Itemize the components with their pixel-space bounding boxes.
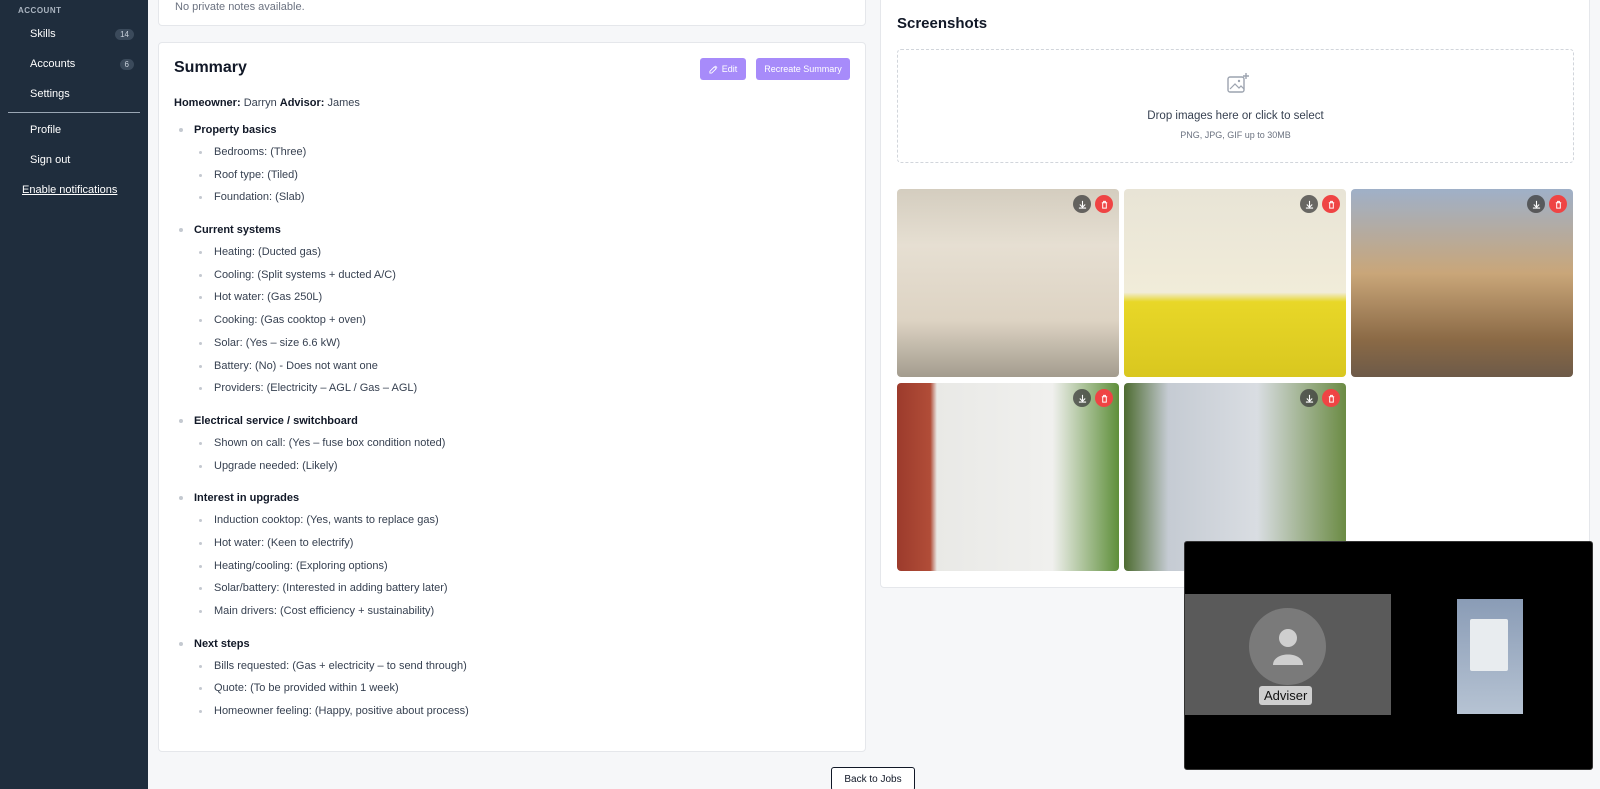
advisor-label: Advisor: [279, 97, 325, 109]
screenshot-thumbnail[interactable] [1124, 189, 1346, 377]
screenshots-card: Screenshots Drop images here or click to… [880, 0, 1590, 588]
user-avatar-icon [1249, 608, 1326, 685]
dropzone-text: Drop images here or click to select [1147, 110, 1324, 122]
sidebar-section-label: ACCOUNT [18, 6, 62, 15]
trash-icon[interactable] [1095, 389, 1113, 407]
advisor-name: James [327, 97, 360, 109]
private-notes-card: No private notes available. [158, 0, 866, 26]
recreate-summary-button[interactable]: Recreate Summary [756, 58, 850, 80]
list-item: Homeowner feeling: (Happy, positive abou… [174, 700, 834, 723]
list-item: Cooling: (Split systems + ducted A/C) [174, 264, 834, 287]
list-item: Solar: (Yes – size 6.6 kW) [174, 332, 834, 355]
list-item: Cooking: (Gas cooktop + oven) [174, 309, 834, 332]
summary-section-title: Interest in upgrades [174, 487, 834, 509]
count-badge: 14 [115, 28, 134, 40]
screenshots-title: Screenshots [897, 15, 988, 32]
download-icon[interactable] [1073, 195, 1091, 213]
dropzone-hint: PNG, JPG, GIF up to 30MB [1180, 130, 1291, 140]
list-item: Foundation: (Slab) [174, 186, 834, 209]
sidebar-item-profile[interactable]: Profile [30, 124, 134, 136]
participant-name: Adviser [1259, 686, 1313, 705]
summary-section: Property basics Bedrooms: (Three) Roof typ… [174, 119, 834, 209]
download-icon[interactable] [1073, 389, 1091, 407]
summary-title: Summary [174, 59, 247, 76]
sidebar-item-label: Profile [30, 124, 62, 136]
list-item: Roof type: (Tiled) [174, 164, 834, 187]
summary-section-title: Electrical service / switchboard [174, 410, 834, 432]
download-icon[interactable] [1300, 195, 1318, 213]
summary-list: Property basics Bedrooms: (Three) Roof typ… [174, 119, 834, 733]
summary-section: Interest in upgrades Induction cooktop: (… [174, 487, 834, 622]
camera-self-view [1457, 599, 1523, 714]
screenshot-thumbnail[interactable] [897, 383, 1119, 571]
sidebar-item-skills[interactable]: Skills 14 [30, 28, 134, 40]
sidebar: ACCOUNT Skills 14 Accounts 6 Settings Pr… [0, 0, 148, 789]
sidebar-divider [8, 112, 140, 113]
sidebar-item-accounts[interactable]: Accounts 6 [30, 58, 134, 70]
sidebar-item-label: Skills [30, 28, 56, 40]
list-item: Heating/cooling: (Exploring options) [174, 555, 834, 578]
count-badge: 6 [119, 58, 134, 70]
list-item: Providers: (Electricity – AGL / Gas – AG… [174, 377, 834, 400]
summary-section-title: Next steps [174, 633, 834, 655]
summary-section: Next steps Bills requested: (Gas + electr… [174, 633, 834, 723]
list-item: Bedrooms: (Three) [174, 141, 834, 164]
camera-feed [1470, 619, 1508, 671]
list-item: Solar/battery: (Interested in adding bat… [174, 577, 834, 600]
sidebar-item-label: Accounts [30, 58, 76, 70]
enable-notifications-link[interactable]: Enable notifications [22, 184, 117, 196]
trash-icon[interactable] [1322, 389, 1340, 407]
summary-section: Current systems Heating: (Ducted gas) Cool… [174, 219, 834, 400]
summary-card: Summary Edit Recreate Summary Homeowner:… [158, 42, 866, 752]
list-item: Upgrade needed: (Likely) [174, 455, 834, 478]
summary-section-title: Current systems [174, 219, 834, 241]
list-item: Hot water: (Keen to electrify) [174, 532, 834, 555]
summary-section: Electrical service / switchboard Shown on… [174, 410, 834, 477]
edit-icon [709, 65, 718, 74]
participants-line: Homeowner: Darryn Advisor: James [174, 97, 360, 109]
list-item: Main drivers: (Cost efficiency + sustain… [174, 600, 834, 623]
back-to-jobs-button[interactable]: Back to Jobs [831, 767, 915, 789]
participant-tile: Adviser [1185, 594, 1391, 715]
notes-empty-text: No private notes available. [175, 1, 305, 13]
download-icon[interactable] [1300, 389, 1318, 407]
add-image-icon [1227, 73, 1249, 93]
list-item: Heating: (Ducted gas) [174, 241, 834, 264]
trash-icon[interactable] [1095, 195, 1113, 213]
trash-icon[interactable] [1322, 195, 1340, 213]
homeowner-name: Darryn [243, 97, 277, 109]
edit-button[interactable]: Edit [700, 58, 746, 80]
sidebar-item-label: Settings [30, 88, 70, 100]
video-call-overlay[interactable]: Adviser [1184, 541, 1593, 770]
list-item: Induction cooktop: (Yes, wants to replac… [174, 509, 834, 532]
trash-icon[interactable] [1549, 195, 1567, 213]
list-item: Quote: (To be provided within 1 week) [174, 677, 834, 700]
homeowner-label: Homeowner: [174, 97, 241, 109]
sidebar-item-label: Sign out [30, 154, 71, 166]
summary-section-title: Property basics [174, 119, 834, 141]
download-icon[interactable] [1527, 195, 1545, 213]
list-item: Battery: (No) - Does not want one [174, 355, 834, 378]
sidebar-item-settings[interactable]: Settings [30, 88, 134, 100]
image-dropzone[interactable]: Drop images here or click to select PNG,… [897, 49, 1574, 163]
screenshot-thumbnail[interactable] [1351, 189, 1573, 377]
edit-label: Edit [721, 64, 738, 74]
list-item: Bills requested: (Gas + electricity – to… [174, 655, 834, 678]
sidebar-item-sign-out[interactable]: Sign out [30, 154, 134, 166]
list-item: Hot water: (Gas 250L) [174, 286, 834, 309]
list-item: Shown on call: (Yes – fuse box condition… [174, 432, 834, 455]
screenshot-thumbnail[interactable] [897, 189, 1119, 377]
